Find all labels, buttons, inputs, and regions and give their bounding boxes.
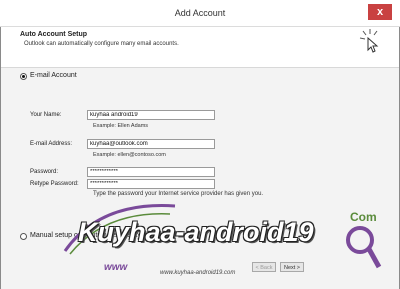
name-example: Example: Ellen Adams bbox=[93, 123, 149, 129]
email-account-radio[interactable] bbox=[20, 73, 27, 80]
next-button[interactable]: Next > bbox=[280, 262, 304, 272]
email-input[interactable] bbox=[87, 139, 215, 149]
watermark-text: Kuyhaa-android19 bbox=[78, 217, 314, 247]
header-subtitle: Outlook can automatically configure many… bbox=[24, 41, 179, 47]
password-label: Password: bbox=[30, 169, 59, 175]
retype-password-label: Retype Password: bbox=[30, 181, 79, 187]
watermark-www: www bbox=[104, 262, 128, 273]
watermark-url: www.kuyhaa-android19.com bbox=[160, 270, 236, 276]
name-input[interactable] bbox=[87, 110, 215, 120]
password-input[interactable] bbox=[87, 167, 215, 177]
magnifier-icon bbox=[346, 226, 382, 269]
manual-setup-radio[interactable] bbox=[20, 233, 27, 240]
name-label: Your Name: bbox=[30, 112, 62, 118]
retype-password-input[interactable] bbox=[87, 179, 215, 189]
email-account-label[interactable]: E-mail Account bbox=[30, 72, 77, 79]
back-button[interactable]: < Back bbox=[252, 262, 276, 272]
email-label: E-mail Address: bbox=[30, 141, 73, 147]
email-example: Example: ellen@contoso.com bbox=[93, 152, 166, 158]
close-button[interactable]: x bbox=[368, 4, 392, 20]
window-title: Add Account bbox=[174, 8, 226, 18]
header-title: Auto Account Setup bbox=[20, 31, 88, 38]
click-cursor-icon bbox=[359, 29, 379, 53]
